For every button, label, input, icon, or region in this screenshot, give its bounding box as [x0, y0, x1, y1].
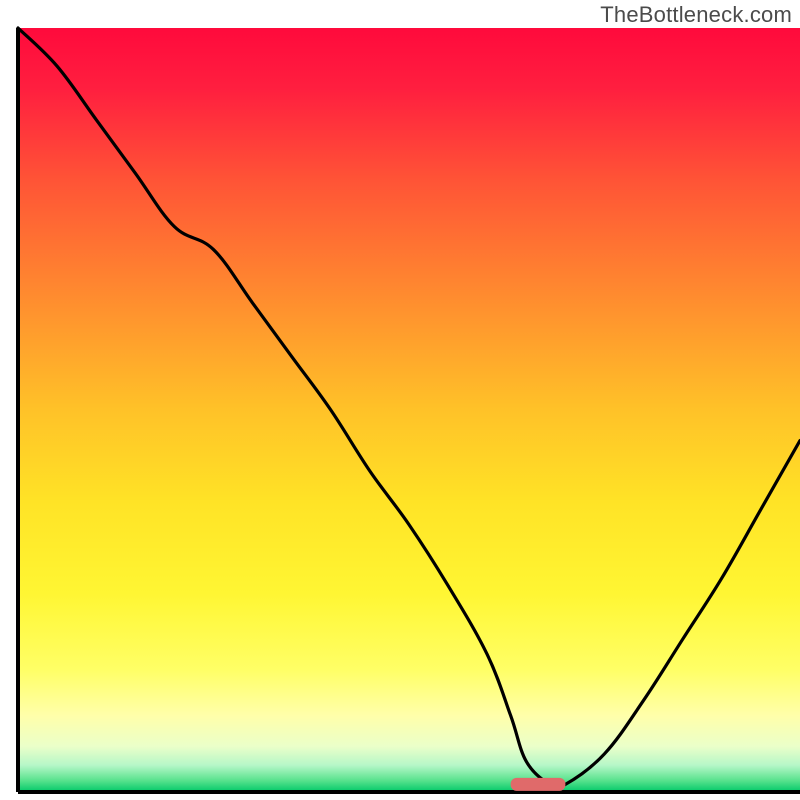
- plot-background: [18, 28, 800, 792]
- chart-stage: TheBottleneck.com: [0, 0, 800, 800]
- optimal-marker: [511, 778, 566, 791]
- bottleneck-chart: [0, 0, 800, 800]
